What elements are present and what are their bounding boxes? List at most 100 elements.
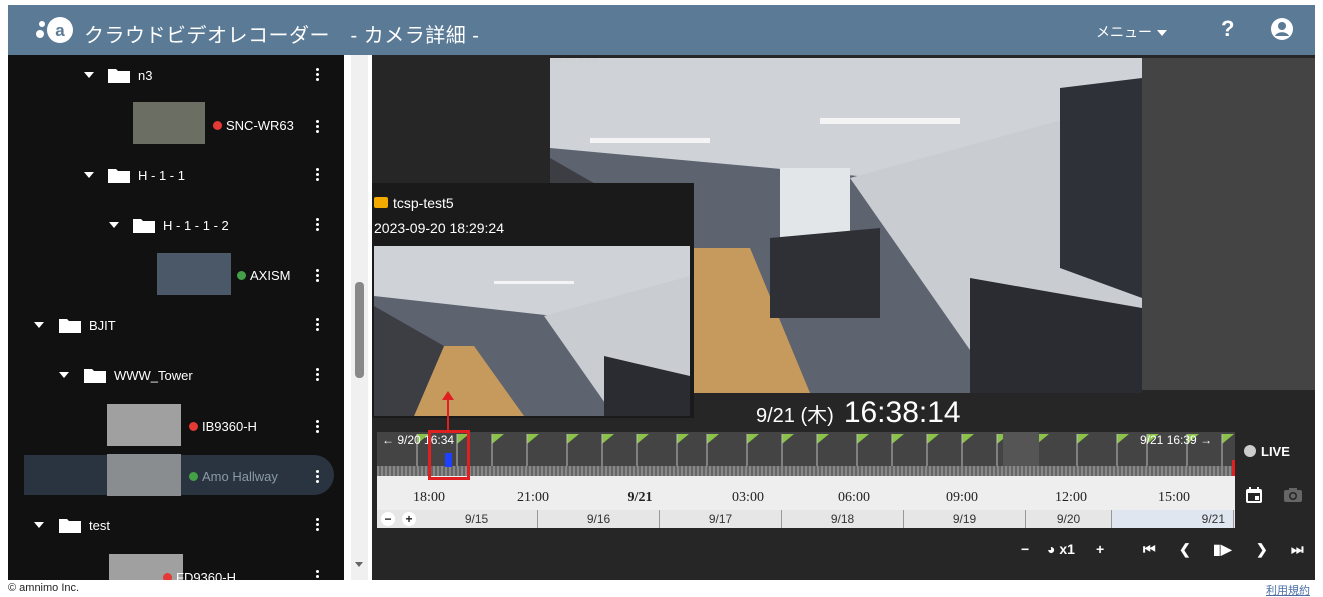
more-vert-icon[interactable] [312,217,322,233]
event-flag-icon[interactable] [1117,434,1129,444]
live-button[interactable]: LIVE [1244,440,1314,462]
event-flag-icon[interactable] [527,434,539,444]
event-flag-icon[interactable] [962,434,974,444]
day-cell[interactable]: 9/19 [904,510,1026,528]
tree-folder-test[interactable]: test [8,505,344,545]
more-vert-icon[interactable] [312,367,322,383]
calendar-icon[interactable] [1245,486,1263,504]
folder-icon [59,319,81,333]
camera-name: SNC-WR63 [226,118,294,133]
speed-down-button[interactable]: − [1021,541,1029,557]
camera-label: SNC-WR63 [213,118,294,133]
event-flag-icon[interactable] [492,434,504,444]
camera-name: Amo Hallway [202,469,278,484]
tree-folder-h-1-1-2[interactable]: H - 1 - 1 - 2 [8,205,344,245]
event-flag-icon[interactable] [637,434,649,444]
step-back-icon[interactable]: ❮ [1179,541,1191,558]
play-icon[interactable]: ▮▶ [1213,541,1231,558]
zoom-out-icon[interactable]: − [381,512,395,526]
offline-status-icon [163,573,172,580]
copyright-text: © amnimo Inc. [8,582,80,594]
expand-arrow-icon[interactable] [34,322,44,328]
event-flag-icon[interactable] [892,434,904,444]
annotation-arrow [447,398,449,430]
scroll-down-arrow-icon[interactable] [355,562,363,567]
event-flag-icon[interactable] [602,434,614,444]
svg-text:a: a [55,21,65,40]
event-flag-icon[interactable] [747,434,759,444]
expand-arrow-icon[interactable] [109,222,119,228]
tree-folder-bjit[interactable]: BJIT [8,305,344,345]
tree-camera-fd9360-h[interactable]: FD9360-H [8,552,344,580]
tree-camera-snc-wr63[interactable]: SNC-WR63 [8,102,344,150]
folder-label: test [89,518,110,533]
tree-folder-n3[interactable]: n3 [8,55,344,95]
timeline-position-marker[interactable] [445,453,452,467]
event-flag-icon[interactable] [1077,434,1089,444]
scrollbar-thumb[interactable] [355,282,364,378]
scale-label: 06:00 [838,490,870,505]
camera-label: IB9360-H [189,419,257,434]
camera-label: FD9360-H [163,570,236,580]
folder-label: H - 1 - 1 [138,168,185,183]
event-flag-icon[interactable] [567,434,579,444]
page-title: クラウドビデオレコーダー - カメラ詳細 - [84,25,480,47]
more-vert-icon[interactable] [312,469,322,485]
day-cell[interactable]: 9/15 [416,510,538,528]
expand-arrow-icon[interactable] [59,372,69,378]
day-cell-current[interactable]: 9/21 [1112,510,1234,528]
more-vert-icon[interactable] [312,67,322,83]
scale-label: 9/21 [627,490,653,505]
preview-camera-name: tcsp-test5 [393,195,454,211]
skip-to-start-icon[interactable]: ⏮ [1143,541,1156,558]
tree-camera-amo-hallway[interactable]: Amo Hallway [8,452,344,500]
more-vert-icon[interactable] [312,167,322,183]
arrow-left-icon: ← [382,433,394,447]
more-vert-icon[interactable] [312,517,322,533]
online-status-icon [189,472,198,481]
expand-arrow-icon[interactable] [84,172,94,178]
skip-to-end-icon[interactable]: ⏭ [1291,541,1304,558]
camera-icon [374,197,388,208]
tree-camera-ib9360-h[interactable]: IB9360-H [8,402,344,450]
event-flag-icon[interactable] [817,434,829,444]
help-icon[interactable]: ? [1221,16,1234,42]
timeline-bar[interactable] [377,466,1235,476]
speed-up-button[interactable]: + [1096,541,1104,557]
day-cell[interactable]: 9/18 [782,510,904,528]
more-vert-icon[interactable] [312,569,322,580]
expand-arrow-icon[interactable] [84,72,94,78]
terms-link[interactable]: 利用規約 [1266,582,1310,597]
event-flag-icon[interactable] [707,434,719,444]
snapshot-camera-icon[interactable] [1283,487,1303,503]
expand-arrow-icon[interactable] [34,522,44,528]
event-flag-icon[interactable] [677,434,689,444]
user-account-icon[interactable] [1270,17,1294,41]
menu-button[interactable]: メニュー [1096,22,1167,42]
caret-down-icon [1157,30,1167,37]
timeline-days[interactable]: 9/15 9/16 9/17 9/18 9/19 9/20 9/21 [377,510,1235,528]
event-flag-icon[interactable] [857,434,869,444]
more-vert-icon[interactable] [312,317,322,333]
event-flag-icon[interactable] [782,434,794,444]
more-vert-icon[interactable] [312,119,322,135]
tree-folder-www-tower[interactable]: WWW_Tower [8,355,344,395]
event-flag-icon[interactable] [927,434,939,444]
camera-label: AXISM [237,268,290,283]
camera-thumbnail [157,253,231,295]
tree-camera-axism[interactable]: AXISM [8,251,344,299]
timeline-end-label[interactable]: 9/21 16:39 → [1140,433,1212,447]
menu-label: メニュー [1096,24,1152,40]
day-cell[interactable]: 9/16 [538,510,660,528]
event-flag-icon[interactable] [1222,434,1234,444]
day-cell[interactable]: 9/17 [660,510,782,528]
more-vert-icon[interactable] [312,419,322,435]
more-vert-icon[interactable] [312,268,322,284]
timeline-scale[interactable]: 18:00 21:00 9/21 03:00 06:00 09:00 12:00… [377,476,1235,510]
camera-thumbnail [133,102,205,144]
tree-folder-h-1-1[interactable]: H - 1 - 1 [8,155,344,195]
step-forward-icon[interactable]: ❯ [1256,541,1268,558]
day-cell[interactable]: 9/20 [1026,510,1112,528]
zoom-in-icon[interactable]: + [402,512,416,526]
app-logo-icon[interactable]: a [34,14,74,46]
